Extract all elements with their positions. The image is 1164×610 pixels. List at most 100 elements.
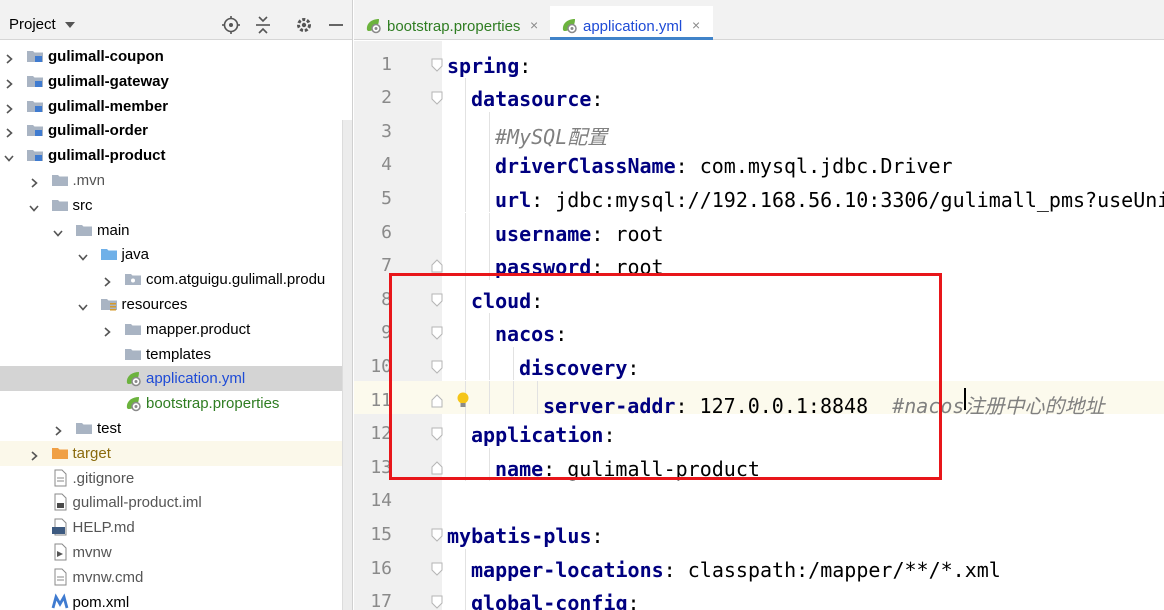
code-text[interactable]: discovery: <box>519 356 639 380</box>
code-text[interactable]: global-config: <box>471 591 640 610</box>
line-number: 13 <box>370 456 392 478</box>
expand-right-icon[interactable] <box>4 101 14 114</box>
tree-item-label: test <box>97 420 122 437</box>
expand-down-icon[interactable] <box>28 200 39 212</box>
tree-item[interactable]: mapper.product <box>0 317 342 342</box>
fold-icon[interactable] <box>430 427 444 441</box>
expand-right-icon[interactable] <box>29 448 39 461</box>
indent-guide <box>465 279 466 314</box>
expand-down-icon[interactable] <box>77 299 88 311</box>
tab-label: bootstrap.properties <box>387 18 521 35</box>
code-line: 2 datasource: <box>354 78 1164 112</box>
yaml-colon: : <box>591 523 604 548</box>
fold-icon[interactable] <box>430 595 444 609</box>
fold-icon[interactable] <box>430 326 444 341</box>
tree-item[interactable]: application.yml <box>0 366 342 392</box>
fold-end-icon[interactable] <box>430 460 444 475</box>
expand-down-icon[interactable] <box>53 225 63 237</box>
tree-item[interactable]: gulimall-coupon <box>0 44 342 69</box>
indent-guide <box>489 447 490 482</box>
tree-item[interactable]: gulimall-member <box>0 94 342 119</box>
module-folder-icon <box>26 72 44 90</box>
fold-end-icon[interactable] <box>430 393 444 408</box>
minimize-icon[interactable] <box>326 15 346 35</box>
fold-icon[interactable] <box>430 360 444 374</box>
collapse-all-icon[interactable] <box>253 15 273 35</box>
tree-item[interactable]: .gitignore <box>0 466 342 491</box>
tree-scrollbar[interactable] <box>342 120 352 610</box>
fold-icon[interactable] <box>430 293 444 307</box>
tree-item[interactable]: test <box>0 416 342 441</box>
code-line: 7 password: root <box>354 246 1164 280</box>
code-text[interactable]: username: root <box>495 222 664 246</box>
code-text[interactable]: spring: <box>447 54 531 78</box>
fold-icon[interactable] <box>430 58 444 72</box>
chevron-down-icon[interactable] <box>65 22 75 28</box>
tree-item[interactable]: java <box>0 242 342 267</box>
code-text[interactable]: mapper-locations: classpath:/mapper/**/*… <box>471 558 1001 582</box>
gear-icon[interactable] <box>294 15 314 35</box>
tree-item[interactable]: pom.xml <box>0 590 342 610</box>
editor-tab[interactable]: bootstrap.properties × <box>354 6 548 40</box>
expand-right-icon[interactable] <box>29 175 39 188</box>
expand-right-icon[interactable] <box>4 51 14 64</box>
code-line: 16 mapper-locations: classpath:/mapper/**… <box>354 548 1164 583</box>
expand-right-icon[interactable] <box>4 125 14 138</box>
locate-icon[interactable] <box>221 15 241 35</box>
tree-item-label: com.atguigu.gulimall.produ <box>146 271 326 289</box>
indent-guide <box>489 380 490 415</box>
expand-right-icon[interactable] <box>53 423 63 436</box>
spring-config-icon <box>124 369 142 387</box>
line-number: 6 <box>381 221 392 243</box>
tree-item[interactable]: resources <box>0 292 342 317</box>
code-text[interactable]: application: <box>471 423 616 447</box>
fold-end-icon[interactable] <box>430 259 444 273</box>
tree-item[interactable]: gulimall-product <box>0 143 342 168</box>
tree-item[interactable]: HELP.md <box>0 515 342 540</box>
code-text[interactable]: driverClassName: com.mysql.jdbc.Driver <box>495 154 953 178</box>
code-text[interactable]: url: jdbc:mysql://192.168.56.10:3306/gul… <box>495 188 1164 212</box>
tree-item[interactable]: bootstrap.properties <box>0 391 342 416</box>
tree-item[interactable]: main <box>0 218 342 243</box>
tree-item[interactable]: src <box>0 193 342 218</box>
lightbulb-icon[interactable] <box>455 391 471 411</box>
tree-item-label: src <box>72 196 93 214</box>
tree-item[interactable]: mvnw <box>0 540 342 565</box>
fold-icon[interactable] <box>430 91 444 105</box>
tree-item[interactable]: target <box>0 440 342 466</box>
expand-right-icon[interactable] <box>102 274 112 287</box>
yaml-colon: : <box>591 221 604 246</box>
code-text[interactable]: mybatis-plus: <box>447 524 604 548</box>
fold-icon[interactable] <box>430 528 444 542</box>
tree-item[interactable]: gulimall-gateway <box>0 69 342 94</box>
tree-item[interactable]: com.atguigu.gulimall.produ <box>0 267 342 292</box>
code-editor[interactable]: 1 spring: 2 datasource: 3 #MySQL配置 4 driverClas… <box>354 41 1164 610</box>
code-text[interactable]: nacos: <box>495 322 567 346</box>
tree-item-label: mapper.product <box>146 320 251 338</box>
code-line: 17 global-config: <box>354 582 1164 610</box>
tree-item[interactable]: gulimall-order <box>0 118 342 143</box>
code-text[interactable]: datasource: <box>471 87 603 111</box>
code-text[interactable]: name: gulimall-product <box>495 457 760 481</box>
yaml-key: nacos <box>495 322 556 347</box>
close-icon[interactable]: × <box>692 17 700 33</box>
editor-tab[interactable]: application.yml × <box>550 6 713 40</box>
close-icon[interactable]: × <box>530 17 538 33</box>
expand-down-icon[interactable] <box>77 249 88 262</box>
yaml-value: jdbc:mysql://192.168.56.10:3306/gulimall… <box>555 187 1164 212</box>
expand-right-icon[interactable] <box>102 324 112 337</box>
fold-icon[interactable] <box>430 562 444 576</box>
tree-item[interactable]: .mvn <box>0 168 342 193</box>
code-text[interactable]: cloud: <box>471 289 543 313</box>
expand-down-icon[interactable] <box>4 150 14 162</box>
line-number: 8 <box>381 288 392 310</box>
tree-item[interactable]: mvnw.cmd <box>0 565 342 590</box>
spring-config-icon <box>124 394 142 412</box>
project-view-selector[interactable]: Project <box>9 16 56 33</box>
tree-item[interactable]: templates <box>0 342 342 367</box>
expand-right-icon[interactable] <box>4 76 14 89</box>
code-text[interactable]: password: root <box>495 255 664 279</box>
code-line: 9 nacos: <box>354 313 1164 347</box>
tree-item[interactable]: gulimall-product.iml <box>0 490 342 515</box>
